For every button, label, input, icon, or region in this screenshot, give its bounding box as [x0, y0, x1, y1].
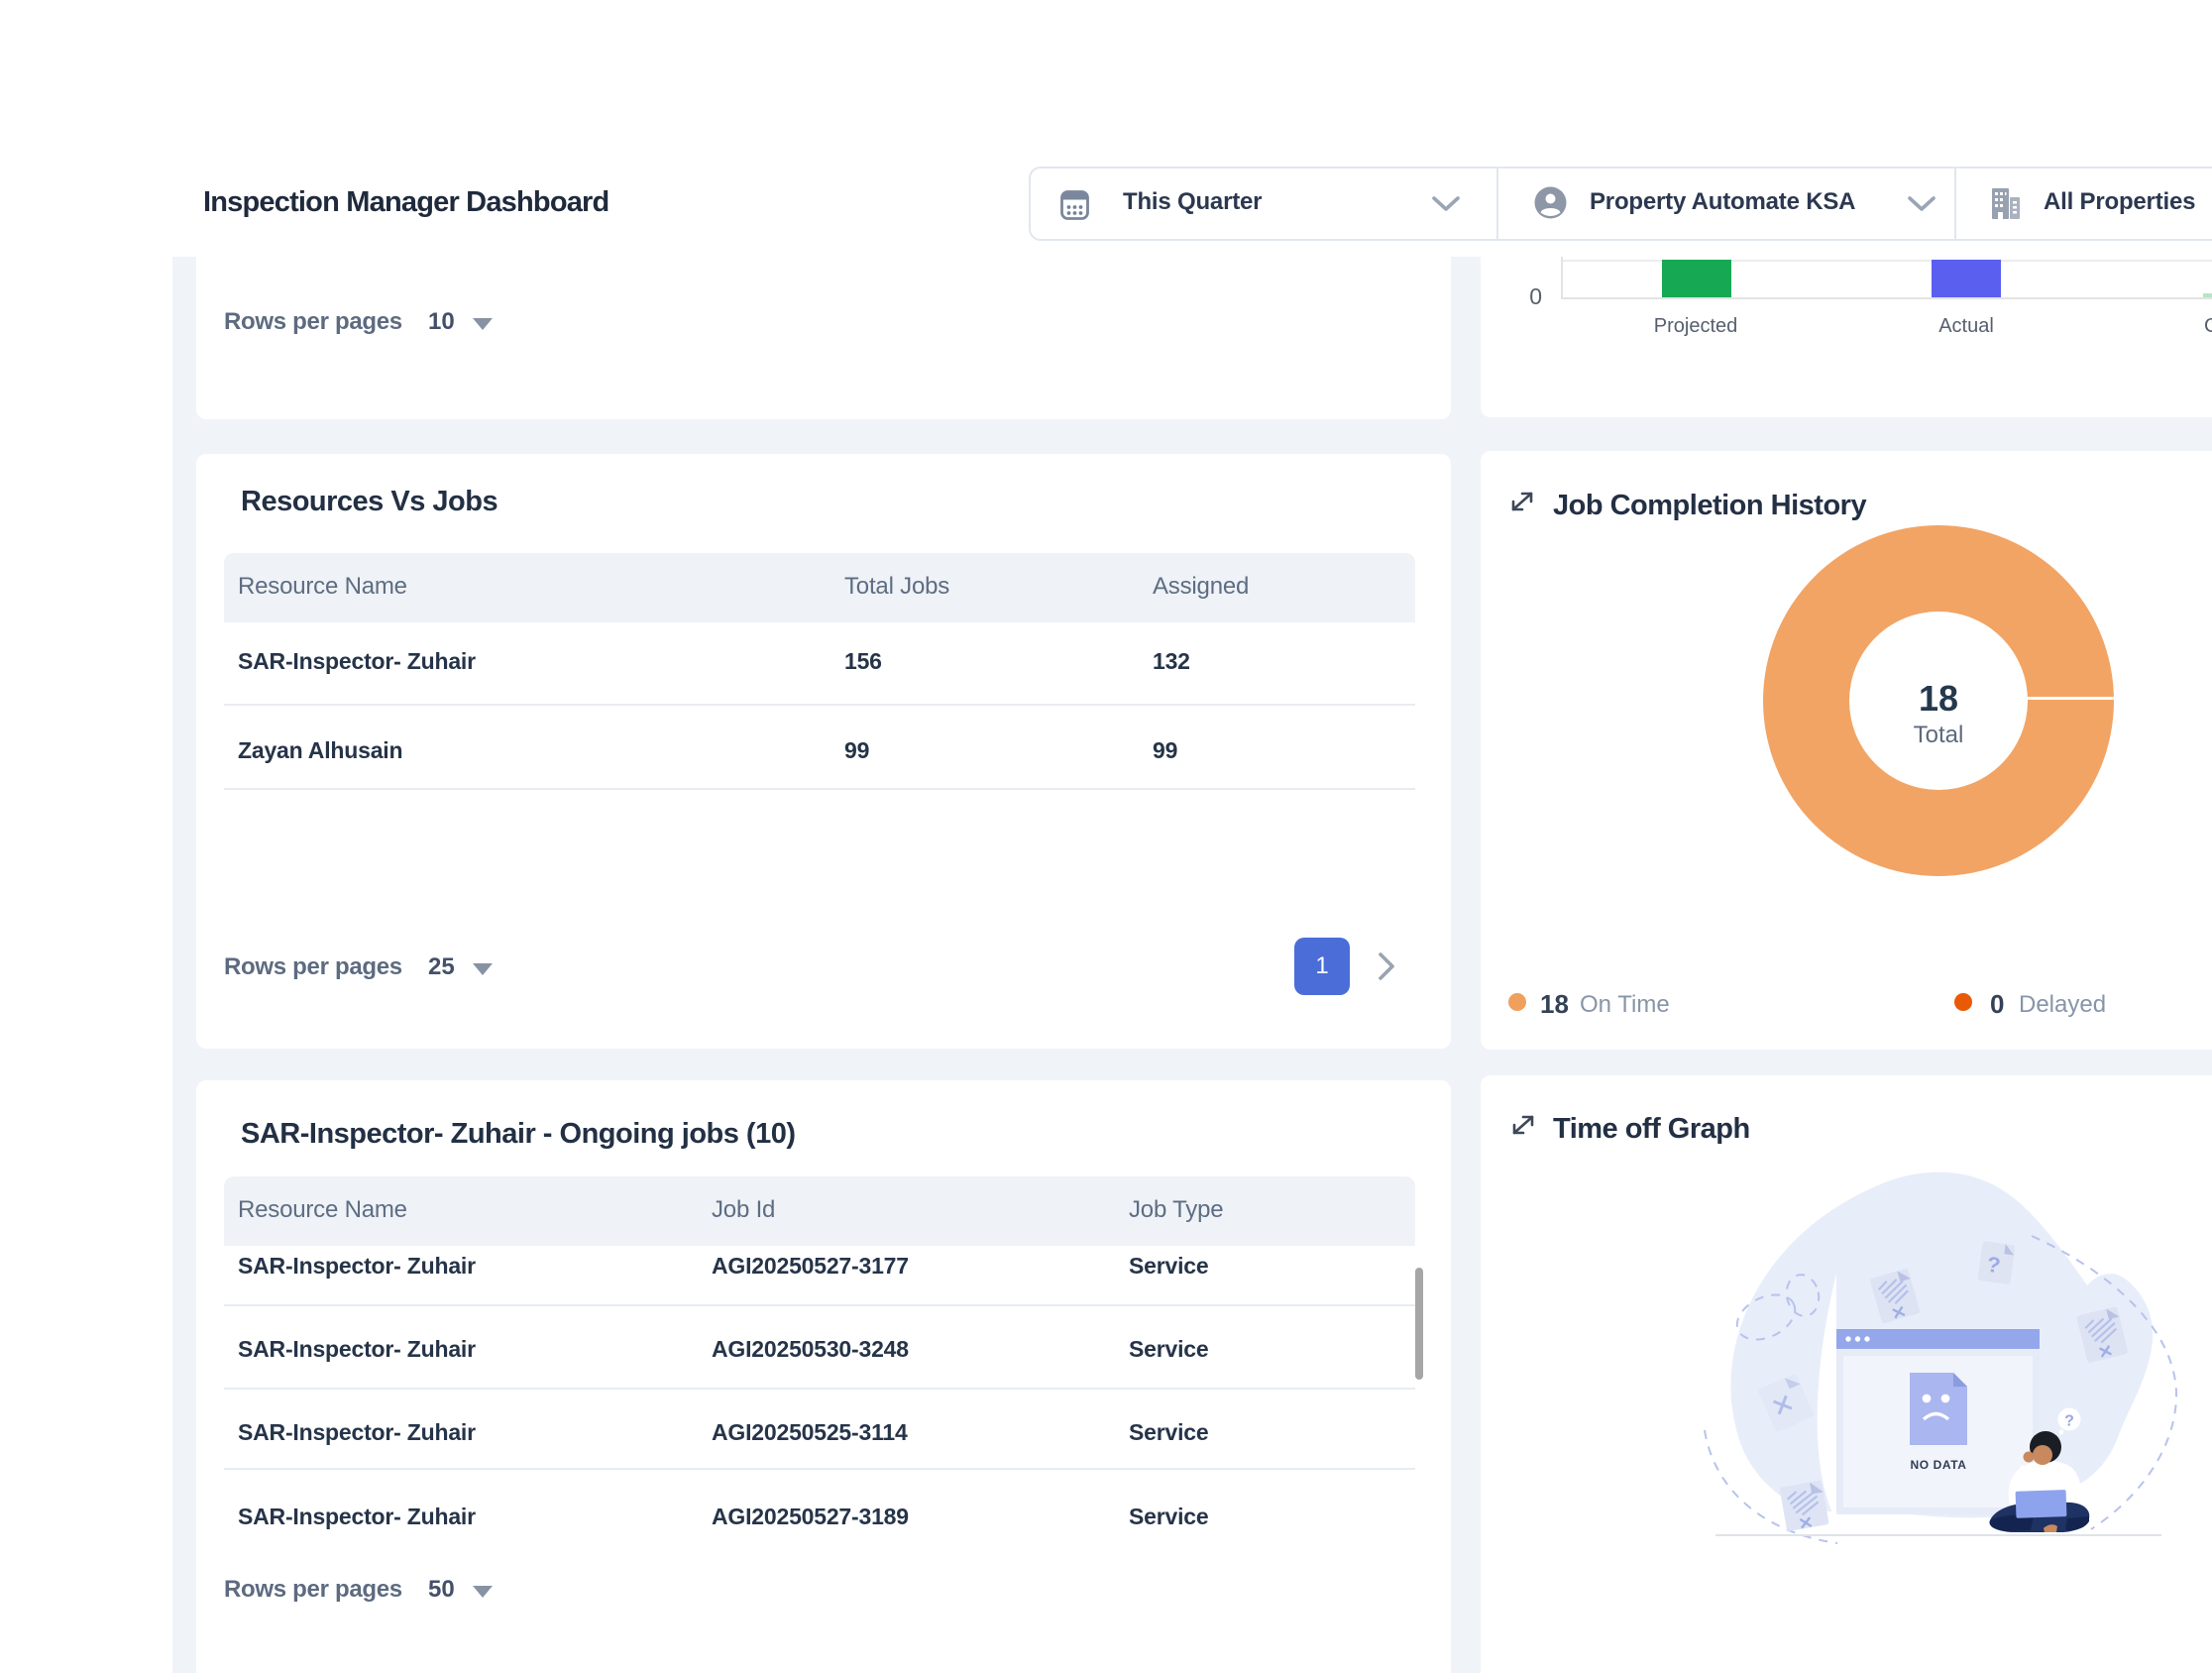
svg-text:NO DATA: NO DATA — [1910, 1458, 1966, 1472]
svg-text:?: ? — [2064, 1413, 2074, 1430]
